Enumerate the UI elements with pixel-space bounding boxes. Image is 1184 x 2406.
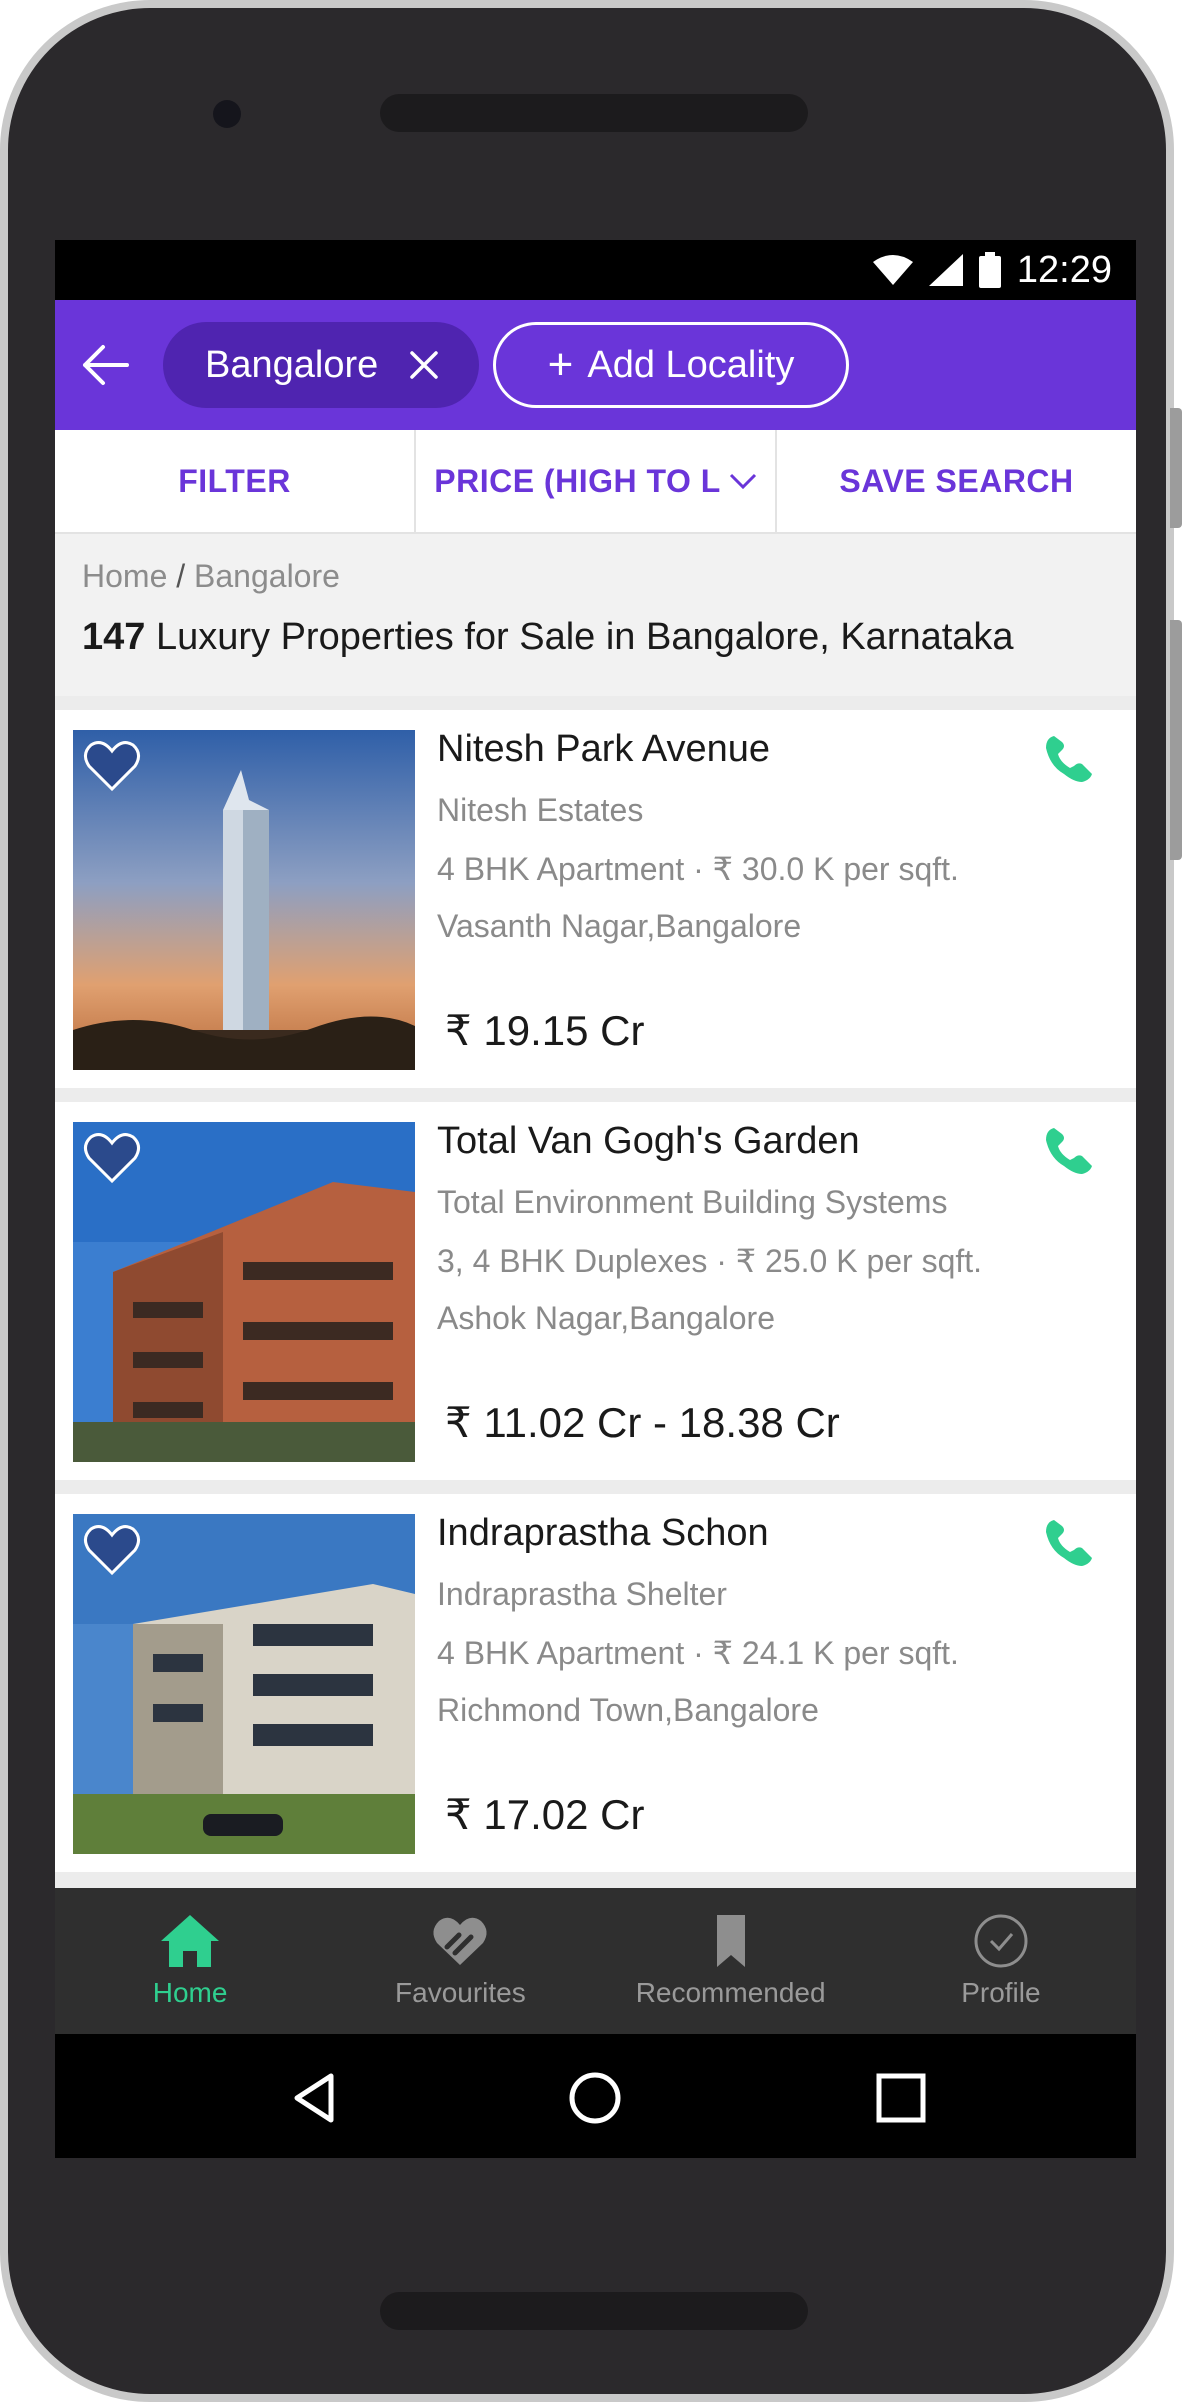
property-locality: Vasanth Nagar,Bangalore [437, 908, 802, 944]
builder-name: Total Environment Building Systems [437, 1184, 948, 1220]
nav-profile[interactable]: Profile [866, 1888, 1136, 2034]
builder-name: Indraprastha Shelter [437, 1576, 727, 1612]
city-chip-label: Bangalore [205, 343, 379, 386]
app-screen: 12:29 Bangalore + Add Locality FILTER PR… [55, 240, 1136, 2158]
earpiece-speaker [380, 94, 808, 132]
bookmark-icon [716, 1915, 745, 1967]
property-name[interactable]: Nitesh Park Avenue [437, 728, 770, 771]
bhk-type: 4 BHK Apartment [437, 1635, 685, 1671]
property-photo[interactable] [73, 1514, 415, 1854]
sort-dropdown[interactable]: PRICE (HIGH TO L [416, 430, 777, 532]
property-locality: Ashok Nagar,Bangalore [437, 1300, 775, 1336]
phone-icon[interactable] [1042, 1124, 1096, 1178]
listing-card[interactable]: Total Van Gogh's Garden Total Environmen… [55, 1102, 1136, 1480]
property-price: ₹ 11.02 Cr - 18.38 Cr [445, 1399, 840, 1446]
breadcrumb: Home / Bangalore [82, 558, 340, 595]
property-name[interactable]: Total Van Gogh's Garden [437, 1120, 860, 1163]
breadcrumb-city[interactable]: Bangalore [194, 558, 340, 594]
nav-favourites[interactable]: Favourites [325, 1888, 595, 2034]
save-search-label: SAVE SEARCH [839, 462, 1074, 499]
price-per-sqft: ₹ 30.0 K per sqft. [712, 851, 959, 887]
phone-icon[interactable] [1042, 732, 1096, 786]
page-title: 147 Luxury Properties for Sale in Bangal… [82, 616, 1014, 659]
check-circle-icon [974, 1914, 1028, 1968]
price-per-sqft: ₹ 24.1 K per sqft. [712, 1635, 959, 1671]
filter-toolbar: FILTER PRICE (HIGH TO L SAVE SEARCH [55, 430, 1136, 534]
phone-icon[interactable] [1042, 1516, 1096, 1570]
chevron-down-icon [729, 473, 756, 490]
nav-profile-label: Profile [961, 1977, 1041, 2008]
plus-icon: + [547, 340, 574, 389]
close-icon[interactable] [409, 350, 439, 380]
breadcrumb-home[interactable]: Home [82, 558, 167, 594]
property-price: ₹ 19.15 Cr [445, 1007, 645, 1054]
power-button [1170, 408, 1182, 528]
system-navigation-bar [55, 2034, 1136, 2158]
phone-frame: 12:29 Bangalore + Add Locality FILTER PR… [0, 0, 1182, 2402]
result-count: 147 [82, 616, 146, 658]
home-icon [161, 1915, 220, 1967]
bhk-type: 4 BHK Apartment [437, 851, 685, 887]
breadcrumb-separator: / [167, 558, 195, 594]
favourites-icon [433, 1917, 487, 1965]
arrow-left-icon[interactable] [81, 340, 131, 390]
bottom-navigation: Home Favourites Recommended Profile [55, 1888, 1136, 2034]
property-config: 3, 4 BHK Duplexes · ₹ 25.0 K per sqft. [437, 1243, 983, 1279]
property-name[interactable]: Indraprastha Schon [437, 1512, 769, 1555]
heart-icon[interactable] [83, 1132, 141, 1184]
clock: 12:29 [1016, 248, 1112, 291]
listing-card[interactable]: Indraprastha Schon Indraprastha Shelter … [55, 1494, 1136, 1872]
bhk-type: 3, 4 BHK Duplexes [437, 1243, 708, 1279]
result-title-text: Luxury Properties for Sale in Bangalore,… [145, 616, 1014, 658]
bottom-speaker [380, 2292, 808, 2330]
home-circle-icon[interactable] [567, 2070, 623, 2126]
battery-icon [978, 252, 1001, 288]
property-price: ₹ 17.02 Cr [445, 1791, 645, 1838]
builder-name: Nitesh Estates [437, 792, 644, 828]
nav-favourites-label: Favourites [395, 1977, 526, 2008]
sort-label: PRICE (HIGH TO L [434, 462, 721, 499]
property-config: 4 BHK Apartment · ₹ 24.1 K per sqft. [437, 1635, 959, 1671]
filter-button[interactable]: FILTER [55, 430, 416, 532]
filter-label: FILTER [178, 462, 291, 499]
nav-home-label: Home [152, 1977, 228, 2008]
city-chip[interactable]: Bangalore [163, 322, 479, 408]
property-photo[interactable] [73, 1122, 415, 1462]
property-config: 4 BHK Apartment · ₹ 30.0 K per sqft. [437, 851, 959, 887]
add-locality-label: Add Locality [587, 343, 795, 386]
price-per-sqft: ₹ 25.0 K per sqft. [735, 1243, 983, 1279]
back-triangle-icon[interactable] [287, 2070, 343, 2126]
nav-home[interactable]: Home [55, 1888, 325, 2034]
add-locality-button[interactable]: + Add Locality [493, 322, 849, 408]
status-bar: 12:29 [55, 240, 1136, 300]
property-photo[interactable] [73, 730, 415, 1070]
volume-button [1170, 620, 1182, 860]
app-bar: Bangalore + Add Locality [55, 300, 1136, 430]
listing-card[interactable]: Nitesh Park Avenue Nitesh Estates 4 BHK … [55, 710, 1136, 1088]
front-camera [213, 100, 241, 128]
nav-recommended-label: Recommended [635, 1977, 826, 2008]
save-search-button[interactable]: SAVE SEARCH [777, 430, 1136, 532]
recents-square-icon[interactable] [873, 2070, 929, 2126]
signal-icon [928, 254, 963, 286]
property-locality: Richmond Town,Bangalore [437, 1692, 819, 1728]
results-header: Home / Bangalore 147 Luxury Properties f… [55, 534, 1136, 696]
nav-recommended[interactable]: Recommended [596, 1888, 866, 2034]
heart-icon[interactable] [83, 740, 141, 792]
heart-icon[interactable] [83, 1524, 141, 1576]
wifi-icon [872, 255, 913, 285]
